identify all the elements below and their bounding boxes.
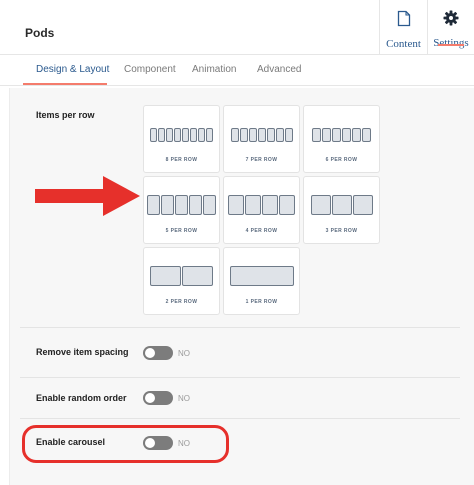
option-7-per-row[interactable]: 7 PER ROW (223, 105, 300, 173)
layout-preview-icon (304, 195, 379, 215)
layout-block (198, 128, 205, 142)
layout-block (352, 195, 373, 215)
layout-block (279, 195, 295, 215)
layout-block (161, 195, 174, 215)
layout-block (245, 195, 261, 215)
option-1-per-row[interactable]: 1 PER ROW (223, 247, 300, 315)
option-4-per-row[interactable]: 4 PER ROW (223, 176, 300, 244)
option-6-per-row[interactable]: 6 PER ROW (303, 105, 380, 173)
layout-preview-icon (144, 266, 219, 286)
tab-component[interactable]: Component (124, 64, 176, 75)
enable-random-order-toggle[interactable] (143, 391, 173, 405)
layout-block (229, 266, 294, 286)
layout-block (239, 128, 248, 142)
layout-preview-icon (224, 128, 299, 142)
tab-advanced[interactable]: Advanced (257, 64, 301, 75)
remove-item-spacing-toggle[interactable] (143, 346, 173, 360)
layout-preview-icon (224, 266, 299, 286)
top-bar: Pods Content Settings (0, 0, 474, 55)
layout-block (275, 128, 284, 142)
layout-block (190, 128, 197, 142)
option-label: 4 PER ROW (245, 228, 278, 234)
layout-block (182, 128, 189, 142)
tab-animation[interactable]: Animation (192, 64, 236, 75)
divider (20, 327, 460, 328)
layout-block (228, 195, 244, 215)
tab-bar: Design & Layout Component Animation Adva… (0, 55, 474, 86)
layout-preview-icon (224, 195, 299, 215)
toggle-knob (145, 393, 155, 403)
tab-design-layout[interactable]: Design & Layout (36, 64, 109, 75)
divider (20, 418, 460, 419)
layout-block (150, 128, 157, 142)
option-label: 7 PER ROW (245, 157, 278, 163)
layout-block (362, 128, 371, 142)
active-tab-indicator (23, 83, 107, 85)
option-5-per-row[interactable]: 5 PER ROW (143, 176, 220, 244)
layout-block (174, 128, 181, 142)
layout-block (189, 195, 202, 215)
annotation-highlight-outline (22, 425, 229, 463)
document-icon (397, 10, 411, 32)
content-button[interactable]: Content (379, 0, 427, 54)
option-8-per-row[interactable]: 8 PER ROW (143, 105, 220, 173)
content-label: Content (386, 38, 421, 50)
layout-block (331, 195, 352, 215)
gear-icon (443, 10, 459, 31)
layout-block (352, 128, 361, 142)
toggle-state-text: NO (178, 349, 190, 358)
option-label: 1 PER ROW (245, 299, 278, 305)
settings-button[interactable]: Settings (427, 0, 474, 54)
layout-block (332, 128, 341, 142)
divider (20, 377, 460, 378)
option-3-per-row[interactable]: 3 PER ROW (303, 176, 380, 244)
toggle-state-text: NO (178, 394, 190, 403)
option-2-per-row[interactable]: 2 PER ROW (143, 247, 220, 315)
enable-random-order-label: Enable random order (36, 393, 127, 403)
annotation-arrow-icon (35, 176, 140, 216)
layout-preview-icon (304, 128, 379, 142)
layout-block (150, 266, 181, 286)
layout-block (166, 128, 173, 142)
layout-preview-icon (144, 195, 219, 215)
layout-block (312, 128, 321, 142)
remove-item-spacing-label: Remove item spacing (36, 347, 129, 357)
layout-block (230, 128, 239, 142)
layout-block (158, 128, 165, 142)
settings-active-indicator (438, 44, 464, 46)
toggle-knob (145, 348, 155, 358)
option-label: 6 PER ROW (325, 157, 358, 163)
items-per-row-label: Items per row (36, 110, 95, 120)
layout-block (175, 195, 188, 215)
layout-block (182, 266, 213, 286)
layout-block (322, 128, 331, 142)
layout-block (310, 195, 331, 215)
layout-block (266, 128, 275, 142)
layout-block (203, 195, 216, 215)
layout-block (342, 128, 351, 142)
layout-block (284, 128, 293, 142)
settings-label: Settings (433, 37, 469, 49)
layout-block (248, 128, 257, 142)
page-title: Pods (25, 26, 55, 40)
layout-preview-icon (144, 128, 219, 142)
option-label: 8 PER ROW (165, 157, 198, 163)
option-label: 5 PER ROW (165, 228, 198, 234)
option-label: 3 PER ROW (325, 228, 358, 234)
layout-block (147, 195, 160, 215)
layout-block (262, 195, 278, 215)
layout-block (257, 128, 266, 142)
layout-block (206, 128, 213, 142)
option-label: 2 PER ROW (165, 299, 198, 305)
